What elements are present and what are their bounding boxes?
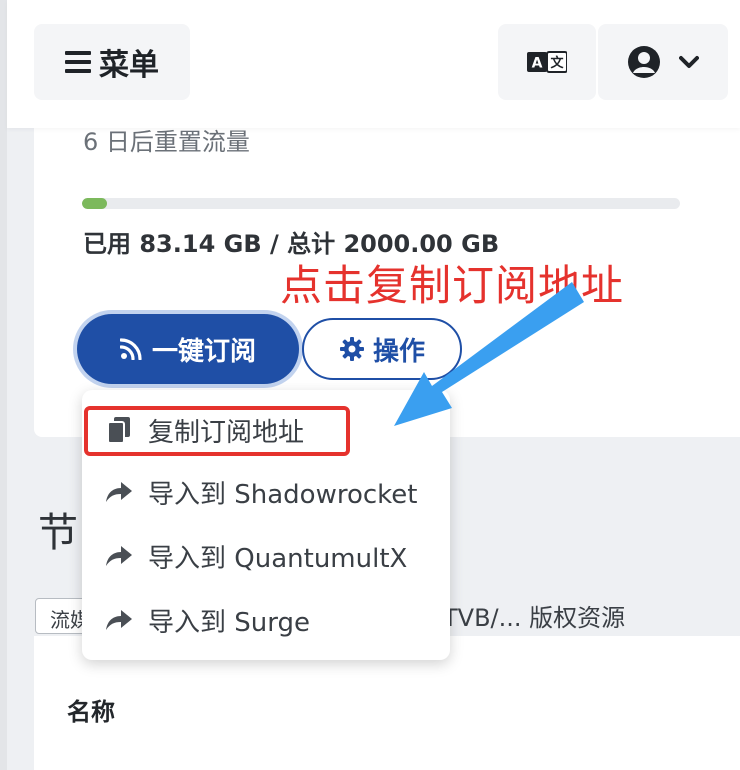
copy-icon bbox=[107, 417, 130, 444]
menu-item-label: 复制订阅地址 bbox=[148, 417, 305, 448]
svg-text:A: A bbox=[532, 56, 543, 72]
menu-item-import-surge[interactable]: 导入到 Surge bbox=[82, 592, 450, 648]
menu-item-import-quantumultx[interactable]: 导入到 QuantumultX bbox=[82, 528, 450, 584]
rss-icon bbox=[119, 338, 142, 360]
page-edge bbox=[0, 0, 7, 770]
share-icon bbox=[106, 610, 132, 630]
chevron-down-icon bbox=[679, 56, 699, 68]
share-icon bbox=[106, 546, 132, 566]
top-header: 菜单 A 文 bbox=[7, 0, 740, 128]
menu-item-import-shadowrocket[interactable]: 导入到 Shadowrocket bbox=[82, 464, 450, 520]
menu-item-label: 导入到 Surge bbox=[148, 607, 310, 638]
menu-button[interactable]: 菜单 bbox=[34, 24, 190, 100]
annotation-arrow bbox=[394, 282, 584, 426]
user-circle-icon bbox=[628, 46, 660, 78]
svg-text:文: 文 bbox=[550, 55, 564, 71]
menu-item-label: 导入到 Shadowrocket bbox=[148, 479, 418, 510]
menu-label: 菜单 bbox=[99, 48, 159, 83]
node-description-text: TVB/... 版权资源 bbox=[443, 604, 626, 632]
hamburger-icon bbox=[65, 51, 91, 73]
menu-item-label: 导入到 QuantumultX bbox=[148, 543, 408, 574]
language-button[interactable]: A 文 bbox=[498, 24, 596, 100]
traffic-progress-fill bbox=[82, 198, 107, 209]
one-click-subscribe-button[interactable]: 一键订阅 bbox=[77, 314, 299, 384]
nodes-section-title: 节 bbox=[38, 510, 78, 556]
subscribe-label: 一键订阅 bbox=[151, 336, 256, 367]
share-icon bbox=[106, 482, 132, 502]
traffic-progress-bar bbox=[82, 198, 680, 209]
table-header-name: 名称 bbox=[67, 698, 115, 726]
translate-icon: A 文 bbox=[527, 51, 567, 73]
user-menu-button[interactable] bbox=[598, 24, 728, 100]
gear-icon bbox=[339, 337, 364, 361]
